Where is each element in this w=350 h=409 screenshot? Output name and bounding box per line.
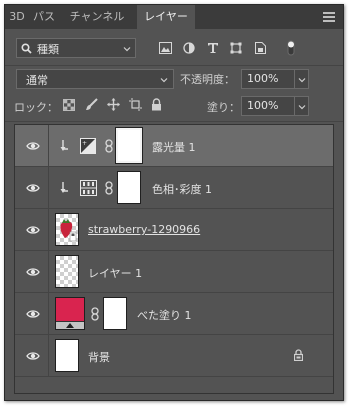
tab-3d[interactable]: 3D	[5, 5, 29, 29]
layer-row-background[interactable]: 背景	[14, 335, 334, 377]
layer-row-exposure[interactable]: + 露光量 1	[14, 125, 334, 167]
mask-link-chain-icon[interactable]	[91, 307, 99, 321]
lock-all-icon[interactable]	[151, 98, 162, 111]
triangle-icon	[66, 323, 74, 328]
fill-dropdown-button[interactable]	[294, 96, 309, 116]
layer-row-solid-fill[interactable]: べた塗り 1	[14, 293, 334, 335]
layer-thumbnail[interactable]	[55, 255, 79, 288]
filter-toggle-switch-icon[interactable]	[287, 40, 295, 56]
search-icon	[21, 43, 32, 54]
lock-image-pixels-brush-icon[interactable]	[85, 98, 98, 111]
visibility-eye-icon[interactable]	[26, 350, 40, 362]
visibility-eye-icon[interactable]	[26, 224, 40, 236]
adjustment-layer-filter-icon[interactable]	[183, 42, 195, 54]
layer-row-hue-saturation[interactable]: 色相･彩度 1	[14, 167, 334, 209]
fill-value: 100%	[247, 99, 279, 112]
strawberry-image-thumbnail	[60, 219, 77, 242]
divider	[48, 251, 49, 292]
svg-text:+: +	[82, 140, 87, 147]
pixel-layer-filter-icon[interactable]	[159, 42, 172, 54]
type-layer-filter-icon[interactable]	[207, 42, 219, 54]
divider	[48, 293, 49, 334]
layer-name[interactable]: レイヤー 1	[88, 265, 142, 281]
layer-mask-thumbnail[interactable]	[115, 127, 143, 164]
tab-layers[interactable]: レイヤー	[137, 5, 195, 29]
panel-menu-icon[interactable]	[323, 12, 335, 22]
opacity-input[interactable]: 100%	[241, 69, 295, 89]
fill-color-swatch-bar	[56, 321, 84, 329]
blend-mode-select[interactable]: 通常	[16, 69, 174, 89]
layers-panel: 3D パス チャンネル レイヤー 種類 通常 不透明度： 100% ロック： 塗…	[4, 4, 344, 401]
layer-mask-thumbnail[interactable]	[103, 297, 127, 330]
layer-mask-thumbnail[interactable]	[117, 171, 141, 204]
divider	[48, 125, 49, 166]
opacity-value: 100%	[247, 72, 279, 85]
filter-kind-select[interactable]: 種類	[16, 38, 136, 58]
opacity-label: 不透明度：	[180, 73, 235, 86]
opacity-dropdown-button[interactable]	[294, 69, 309, 89]
layer-name[interactable]: べた塗り 1	[137, 307, 192, 323]
visibility-eye-icon[interactable]	[26, 140, 40, 152]
tab-channels[interactable]: チャンネル	[61, 5, 133, 29]
chevron-down-icon	[298, 105, 306, 110]
clipping-mask-arrow-icon	[60, 140, 68, 151]
divider	[5, 65, 343, 66]
layer-name[interactable]: 露光量 1	[152, 139, 196, 155]
lock-artboard-icon[interactable]	[129, 98, 142, 111]
lock-transparent-pixels-icon[interactable]	[63, 99, 75, 111]
lock-label: ロック：	[14, 101, 58, 114]
chevron-down-icon	[298, 78, 306, 83]
layer-thumbnail[interactable]	[55, 339, 79, 372]
filter-kind-label: 種類	[37, 43, 59, 56]
layer-name[interactable]: 背景	[88, 349, 110, 365]
layer-name[interactable]: 色相･彩度 1	[152, 181, 212, 197]
divider	[48, 209, 49, 250]
lock-position-move-icon[interactable]	[107, 98, 120, 111]
visibility-eye-icon[interactable]	[26, 266, 40, 278]
blend-mode-value: 通常	[26, 74, 48, 87]
tab-bar: 3D パス チャンネル レイヤー	[5, 5, 343, 29]
layer-lock-icon[interactable]	[294, 349, 303, 361]
divider	[5, 121, 343, 122]
divider	[48, 335, 49, 376]
smart-object-filter-icon[interactable]	[255, 42, 266, 54]
solid-fill-color-thumbnail[interactable]	[55, 297, 85, 330]
exposure-adjustment-icon: +	[80, 138, 96, 154]
tab-paths[interactable]: パス	[29, 5, 59, 29]
shape-layer-filter-icon[interactable]	[230, 42, 242, 54]
fill-label: 塗り：	[207, 101, 240, 114]
layer-name[interactable]: strawberry-1290966	[88, 223, 200, 236]
hue-saturation-adjustment-icon	[80, 180, 97, 196]
divider	[48, 167, 49, 208]
mask-link-chain-icon[interactable]	[105, 139, 113, 153]
layer-thumbnail[interactable]	[55, 213, 79, 246]
visibility-eye-icon[interactable]	[26, 308, 40, 320]
mask-link-chain-icon[interactable]	[105, 181, 113, 195]
chevron-down-icon	[160, 78, 168, 83]
chevron-down-icon	[123, 47, 131, 52]
fill-input[interactable]: 100%	[241, 96, 295, 116]
layer-list: + 露光量 1 色相･彩度 1 strawberry-1290966 レイヤー …	[14, 125, 334, 377]
visibility-eye-icon[interactable]	[26, 182, 40, 194]
layer-row-layer-1[interactable]: レイヤー 1	[14, 251, 334, 293]
clipping-mask-arrow-icon	[60, 182, 68, 193]
layer-row-strawberry[interactable]: strawberry-1290966	[14, 209, 334, 251]
